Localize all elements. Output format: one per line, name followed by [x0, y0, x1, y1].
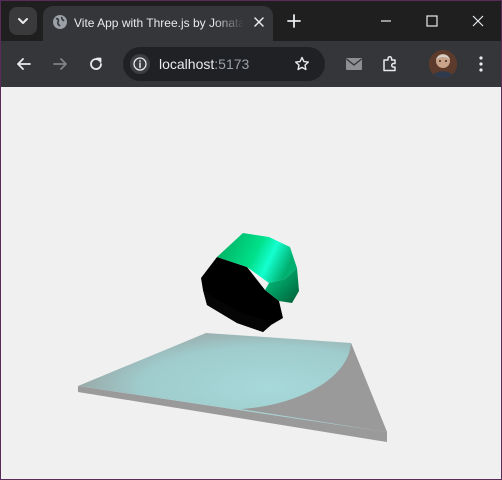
tab-close-button[interactable] [249, 12, 269, 32]
close-icon [472, 15, 484, 27]
url-port: :5173 [214, 56, 250, 72]
address-bar[interactable]: localhost:5173 [123, 47, 325, 81]
url-text[interactable]: localhost:5173 [159, 55, 249, 73]
dodecahedron [201, 233, 299, 332]
info-icon [133, 57, 147, 71]
extensions-button[interactable] [376, 50, 404, 78]
kebab-menu-icon [479, 56, 483, 72]
tab-title: Vite App with Three.js by Jonatan [74, 16, 244, 30]
tab-search-button[interactable] [9, 7, 37, 35]
arrow-right-icon [53, 58, 67, 70]
arrow-left-icon [17, 58, 31, 70]
scene-render [78, 233, 387, 442]
reload-icon [90, 57, 102, 70]
minimize-button[interactable] [363, 1, 409, 41]
ground-plane [78, 333, 387, 442]
browser-menu-button[interactable] [467, 50, 495, 78]
forward-button[interactable] [46, 50, 74, 78]
bookmark-button[interactable] [291, 53, 313, 75]
active-tab[interactable]: Vite App with Three.js by Jonatan [43, 6, 273, 41]
plus-icon [287, 14, 301, 28]
maximize-icon [426, 15, 438, 27]
avatar-photo [429, 50, 457, 78]
mail-extension-button[interactable] [340, 50, 368, 78]
tab-strip: Vite App with Three.js by Jonatan [1, 1, 501, 41]
minimize-icon [381, 20, 391, 22]
chevron-down-icon [18, 18, 28, 24]
threejs-canvas[interactable] [1, 87, 501, 479]
profile-avatar[interactable] [429, 50, 457, 78]
site-info-button[interactable] [130, 54, 150, 74]
globe-icon [53, 15, 67, 29]
maximize-button[interactable] [409, 1, 455, 41]
reload-button[interactable] [82, 50, 110, 78]
browser-toolbar: localhost:5173 [1, 41, 501, 87]
back-button[interactable] [10, 50, 38, 78]
url-host: localhost [159, 56, 215, 72]
new-tab-button[interactable] [281, 8, 307, 34]
puzzle-icon [383, 55, 396, 72]
star-icon [295, 56, 309, 71]
browser-window: Vite App with Three.js by Jonatan localh… [0, 0, 502, 480]
close-icon [254, 17, 264, 27]
close-window-button[interactable] [455, 1, 501, 41]
mail-icon [346, 58, 362, 70]
